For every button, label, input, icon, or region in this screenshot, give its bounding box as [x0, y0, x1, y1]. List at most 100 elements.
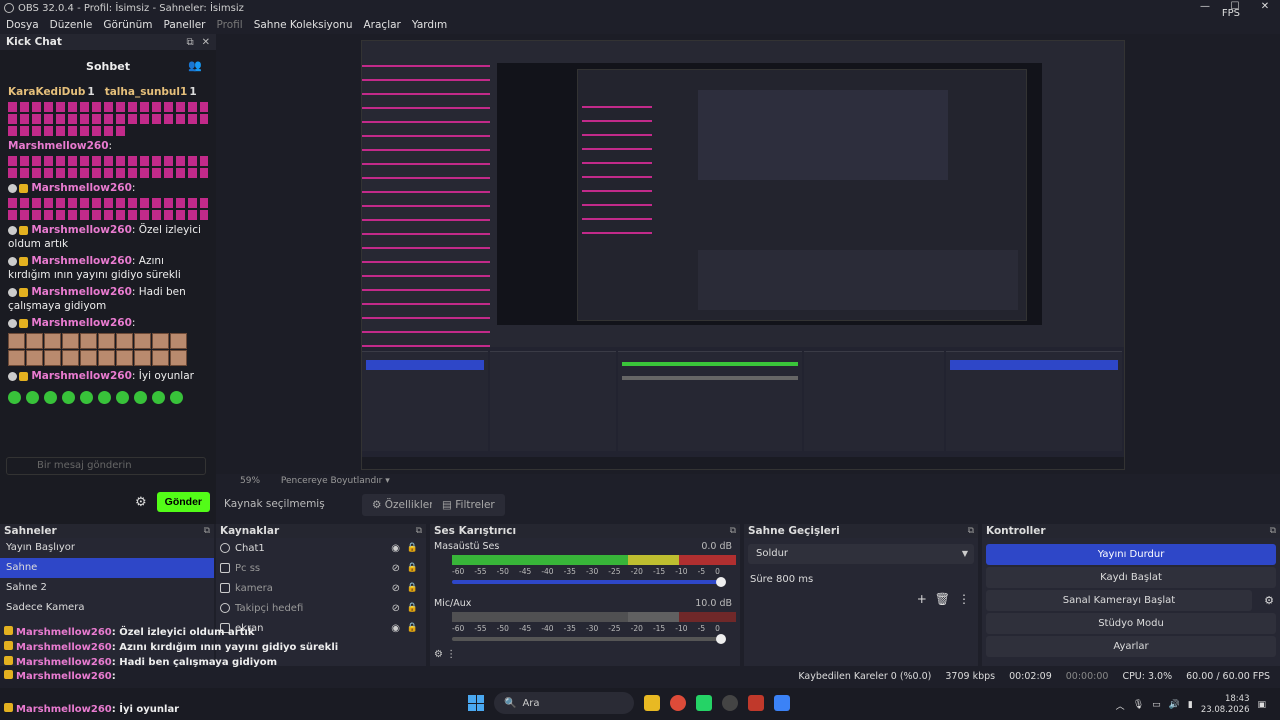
top-gifters: KaraKediDub 1 talha_sunbul1 1 [8, 86, 208, 98]
float-icon[interactable]: ⧉ [968, 526, 974, 536]
nested-capture [361, 40, 1125, 470]
battery-icon[interactable]: ▮ [1188, 700, 1193, 710]
stop-stream-button[interactable]: Yayını Durdur [986, 544, 1276, 565]
trash-icon[interactable]: 🗑 [935, 592, 950, 606]
notification-icon[interactable]: ▣ [1257, 700, 1266, 710]
eye-hidden-icon[interactable]: ⊘ [392, 583, 400, 594]
clock[interactable]: 18:43 23.08.2026 [1201, 694, 1250, 716]
menu-view[interactable]: Görünüm [103, 19, 152, 31]
lock-icon[interactable]: 🔒 [407, 543, 418, 553]
controls-dock: Kontroller ⧉ Yayını Durdur Kaydı Başlat S… [982, 524, 1280, 666]
float-icon[interactable]: ⧉ [730, 526, 736, 536]
nested-inner-capture [577, 69, 1027, 321]
float-icon[interactable]: ⧉ [416, 526, 422, 536]
gear-icon[interactable]: ⚙ [135, 495, 147, 510]
emote-icon[interactable] [62, 391, 75, 404]
emote-icon[interactable] [80, 391, 93, 404]
whatsapp-icon[interactable] [696, 695, 712, 711]
duration-field[interactable]: Süre 800 ms [748, 570, 974, 590]
emote-icon[interactable] [134, 391, 147, 404]
scene-item[interactable]: Sahne 2 [0, 578, 214, 598]
emote-icon[interactable] [152, 391, 165, 404]
start-recording-button[interactable]: Kaydı Başlat [986, 567, 1276, 588]
add-icon[interactable]: + [917, 592, 927, 606]
source-item[interactable]: Takipçi hedefi ⊘ 🔒 [216, 598, 426, 618]
virtual-camera-button[interactable]: Sanal Kamerayı Başlat ⚙ [986, 590, 1274, 611]
menu-scene-collection[interactable]: Sahne Koleksiyonu [254, 19, 353, 31]
source-item[interactable]: Pc ss ⊘ 🔒 [216, 558, 426, 578]
eye-hidden-icon[interactable]: ⊘ [392, 603, 400, 614]
gear-icon[interactable]: ⚙ [1264, 590, 1274, 611]
file-explorer-icon[interactable] [644, 695, 660, 711]
ghost-chat-line: Marshmellow260: İyi oyunlar [4, 703, 179, 715]
top-user: KaraKediDub 1 [8, 86, 95, 98]
slider-knob[interactable] [716, 577, 726, 587]
studio-mode-button[interactable]: Stüdyo Modu [986, 613, 1276, 634]
send-button[interactable]: Gönder [156, 492, 210, 512]
eye-hidden-icon[interactable]: ⊘ [392, 563, 400, 574]
settings-button[interactable]: Ayarlar [986, 636, 1276, 657]
source-item[interactable]: kamera ⊘ 🔒 [216, 578, 426, 598]
scene-item[interactable]: Sahne [0, 558, 214, 578]
taskbar-center: 🔍 Ara [468, 692, 790, 714]
menu-edit[interactable]: Düzenle [50, 19, 93, 31]
start-icon[interactable] [468, 695, 484, 711]
chrome-icon[interactable] [670, 695, 686, 711]
scene-item[interactable]: Yayın Başlıyor [0, 538, 214, 558]
zoom-level[interactable]: 59% [240, 476, 260, 486]
menu-file[interactable]: Dosya [6, 19, 39, 31]
app-icon[interactable] [748, 695, 764, 711]
obs-icon[interactable] [722, 695, 738, 711]
eye-icon[interactable]: ◉ [391, 543, 400, 554]
transition-select[interactable]: Soldur ▼ [748, 544, 974, 564]
menu-help[interactable]: Yardım [412, 19, 447, 31]
volume-slider[interactable] [452, 634, 726, 644]
emote-icon[interactable] [26, 391, 39, 404]
chat-tab[interactable]: Sohbet 👥 [0, 50, 216, 82]
chevron-up-icon[interactable]: ︿ [1116, 699, 1125, 712]
emote-icon[interactable] [116, 391, 129, 404]
close-button[interactable]: ✕ [1250, 0, 1280, 16]
close-icon[interactable]: ✕ [202, 37, 210, 48]
lock-icon[interactable]: 🔒 [407, 563, 418, 573]
mic-icon[interactable]: 🎙 [1133, 700, 1144, 710]
mixer-settings-icon[interactable]: ⚙ ⋮ [434, 649, 456, 660]
chat-dock-header: Kick Chat ⧉ ✕ [0, 34, 216, 50]
chevron-down-icon[interactable]: ▾ [385, 476, 390, 486]
notepad-icon[interactable] [774, 695, 790, 711]
emote-icon[interactable] [44, 391, 57, 404]
float-icon[interactable]: ⧉ [204, 526, 210, 536]
more-icon[interactable]: ⋮ [958, 592, 970, 606]
menu-tools[interactable]: Araçlar [364, 19, 401, 31]
volume-slider[interactable] [452, 577, 726, 587]
scene-item[interactable]: Sadece Kamera [0, 598, 214, 618]
resize-to-window[interactable]: Pencereye Boyutlandır [281, 476, 382, 486]
mixer-channel: Mic/Aux 10.0 dB -60 -55 -50 -45 -40 -35 -30 -25… [430, 595, 740, 646]
minimize-button[interactable]: — [1190, 0, 1220, 16]
volume-icon[interactable]: 🔊 [1169, 700, 1180, 710]
controls-header: Kontroller ⧉ [982, 524, 1280, 538]
emote-icon[interactable] [98, 391, 111, 404]
system-tray: ︿ 🎙 ▭ 🔊 ▮ 18:43 23.08.2026 ▣ [1116, 694, 1266, 716]
menu-profile[interactable]: Profil [217, 19, 243, 31]
emote-icon[interactable] [8, 391, 21, 404]
source-item[interactable]: Chat1 ◉ 🔒 [216, 538, 426, 558]
slider-knob[interactable] [716, 634, 726, 644]
dropped-frames: Kaybedilen Kareler 0 (%0.0) [798, 670, 932, 682]
preview-canvas[interactable] [216, 34, 1280, 474]
float-icon[interactable]: ⧉ [186, 37, 193, 48]
filters-button[interactable]: ▤ Filtreler [432, 494, 505, 516]
menu-docks[interactable]: Paneller [163, 19, 205, 31]
taskbar-search[interactable]: 🔍 Ara [494, 692, 634, 714]
float-icon[interactable]: ⧉ [1270, 526, 1276, 536]
emote-picker-bar [8, 391, 208, 404]
chat-tab-label: Sohbet [86, 59, 130, 73]
eye-icon[interactable]: ◉ [391, 623, 400, 634]
emote-icon[interactable] [170, 391, 183, 404]
users-icon[interactable]: 👥 [188, 59, 202, 72]
lock-icon[interactable]: 🔒 [407, 603, 418, 613]
lock-icon[interactable]: 🔒 [407, 583, 418, 593]
chat-message-input[interactable]: Bir mesaj gönderin [6, 457, 206, 475]
lock-icon[interactable]: 🔒 [407, 623, 418, 633]
network-icon[interactable]: ▭ [1152, 700, 1161, 710]
